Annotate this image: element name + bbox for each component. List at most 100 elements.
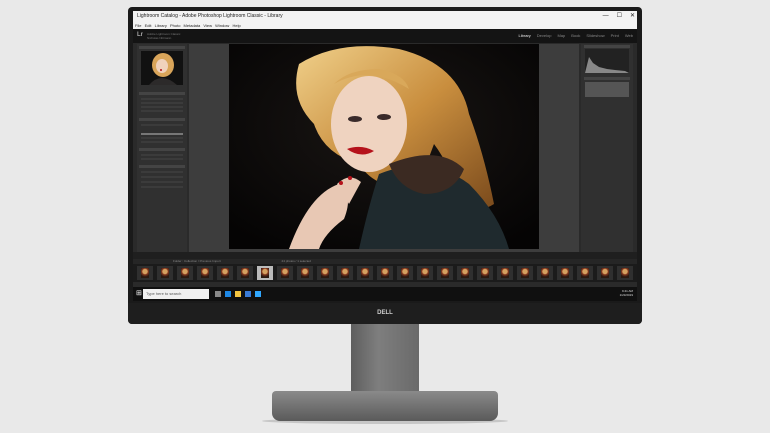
taskbar-search-input[interactable]: Type here to search: [143, 289, 209, 299]
lightroom-logo: Lr: [137, 32, 143, 38]
thumbnail-image: [601, 268, 609, 278]
filmstrip-thumbnail[interactable]: [297, 266, 313, 280]
minimize-button[interactable]: —: [603, 11, 609, 22]
filmstrip-thumbnail[interactable]: [377, 266, 393, 280]
thumbnail-image: [381, 268, 389, 278]
system-tray[interactable]: 9:41 AM 1/23/2019: [620, 289, 633, 297]
menu-window[interactable]: Window: [215, 23, 229, 28]
collection-row[interactable]: [141, 158, 183, 160]
filmstrip-thumbnail[interactable]: [277, 266, 293, 280]
catalog-row[interactable]: [141, 110, 183, 112]
menu-view[interactable]: View: [203, 23, 212, 28]
publish-row[interactable]: [141, 181, 183, 183]
filmstrip-path[interactable]: Folder : Collection / Previous Import: [173, 259, 221, 263]
folder-row-selected[interactable]: [141, 133, 183, 135]
filmstrip-thumbnail[interactable]: [217, 266, 233, 280]
filmstrip-thumbnail[interactable]: [577, 266, 593, 280]
toolbar[interactable]: [133, 252, 637, 259]
catalog-row[interactable]: [141, 98, 183, 100]
close-button[interactable]: ✕: [630, 11, 635, 22]
main-photo[interactable]: [229, 44, 539, 249]
menu-edit[interactable]: Edit: [145, 23, 152, 28]
menu-library[interactable]: Library: [155, 23, 167, 28]
thumbnail-image: [541, 268, 549, 278]
publish-row[interactable]: [141, 171, 183, 173]
filmstrip-thumbnail[interactable]: [617, 266, 633, 280]
module-develop[interactable]: Develop: [537, 33, 552, 38]
menu-help[interactable]: Help: [232, 23, 240, 28]
publish-row[interactable]: [141, 186, 183, 188]
collection-row[interactable]: [141, 154, 183, 156]
filmstrip-thumbnail[interactable]: [177, 266, 193, 280]
windows-start-icon[interactable]: ⊞: [136, 290, 142, 298]
module-web[interactable]: Web: [625, 33, 633, 38]
filmstrip-thumbnail[interactable]: [317, 266, 333, 280]
filmstrip-thumbnail[interactable]: [237, 266, 253, 280]
thumbnail-image: [501, 268, 509, 278]
filmstrip-thumbnail[interactable]: [337, 266, 353, 280]
maximize-button[interactable]: ☐: [617, 11, 622, 22]
store-icon[interactable]: [245, 291, 251, 297]
catalog-row[interactable]: [141, 102, 183, 104]
menu-file[interactable]: File: [135, 23, 141, 28]
filmstrip-count: 24 photos / 1 selected: [281, 259, 311, 263]
publish-row[interactable]: [141, 176, 183, 178]
module-picker: Library Develop Map Book Slideshow Print…: [519, 33, 633, 38]
filmstrip-thumbnail[interactable]: [537, 266, 553, 280]
task-view-icon[interactable]: [215, 291, 221, 297]
left-panel: [137, 44, 187, 252]
right-panel: [581, 44, 633, 252]
thumbnail-image: [201, 268, 209, 278]
catalog-row[interactable]: [141, 106, 183, 108]
thumbnail-image: [161, 268, 169, 278]
folder-row[interactable]: [141, 137, 183, 139]
module-library[interactable]: Library: [519, 33, 531, 38]
identity-plate: Lr Adobe Lightroom Classic Nicholas Nitt…: [133, 29, 637, 43]
filmstrip-thumbnail[interactable]: [437, 266, 453, 280]
screen: Lightroom Catalog - Adobe Photoshop Ligh…: [133, 11, 637, 301]
menu-photo[interactable]: Photo: [170, 23, 180, 28]
filmstrip-thumbnail[interactable]: [397, 266, 413, 280]
folders-section-header[interactable]: [139, 118, 185, 121]
filmstrip-thumbnail[interactable]: [497, 266, 513, 280]
identity-text: Adobe Lightroom Classic Nicholas Nittman…: [147, 32, 180, 40]
quick-develop-panel[interactable]: [585, 82, 629, 97]
module-book[interactable]: Book: [571, 33, 580, 38]
lightroom-taskbar-icon[interactable]: [255, 291, 261, 297]
navigator-header[interactable]: [139, 46, 185, 49]
filmstrip-thumbnail[interactable]: [457, 266, 473, 280]
folder-row[interactable]: [141, 124, 183, 126]
file-explorer-icon[interactable]: [235, 291, 241, 297]
quick-develop-header[interactable]: [584, 77, 630, 80]
navigator-thumbnail[interactable]: [141, 51, 183, 85]
filmstrip-thumbnail[interactable]: [557, 266, 573, 280]
filmstrip-thumbnail[interactable]: [197, 266, 213, 280]
module-slideshow[interactable]: Slideshow: [586, 33, 604, 38]
thumbnail-image: [561, 268, 569, 278]
filmstrip-thumbnail[interactable]: [597, 266, 613, 280]
portrait-image: [229, 44, 539, 249]
catalog-section-header[interactable]: [139, 92, 185, 95]
filmstrip[interactable]: [133, 264, 637, 282]
filmstrip-thumbnail[interactable]: [417, 266, 433, 280]
window-controls: — ☐ ✕: [603, 11, 635, 22]
menu-metadata[interactable]: Metadata: [184, 23, 201, 28]
windows-taskbar: ⊞ Type here to search 9:41 AM 1/23/2019: [133, 287, 637, 301]
thumbnail-image: [481, 268, 489, 278]
filmstrip-thumbnail[interactable]: [517, 266, 533, 280]
thumbnail-image: [621, 268, 629, 278]
publish-services-header[interactable]: [139, 165, 185, 168]
loupe-view[interactable]: [189, 44, 579, 252]
folder-row[interactable]: [141, 141, 183, 143]
histogram-header[interactable]: [584, 45, 630, 48]
module-map[interactable]: Map: [557, 33, 565, 38]
filmstrip-thumbnail[interactable]: [137, 266, 153, 280]
module-print[interactable]: Print: [611, 33, 619, 38]
filmstrip-thumbnail[interactable]: [357, 266, 373, 280]
filmstrip-thumbnail[interactable]: [257, 266, 273, 280]
filmstrip-thumbnail[interactable]: [157, 266, 173, 280]
edge-icon[interactable]: [225, 291, 231, 297]
collections-section-header[interactable]: [139, 148, 185, 151]
histogram-graph: [585, 57, 629, 73]
filmstrip-thumbnail[interactable]: [477, 266, 493, 280]
